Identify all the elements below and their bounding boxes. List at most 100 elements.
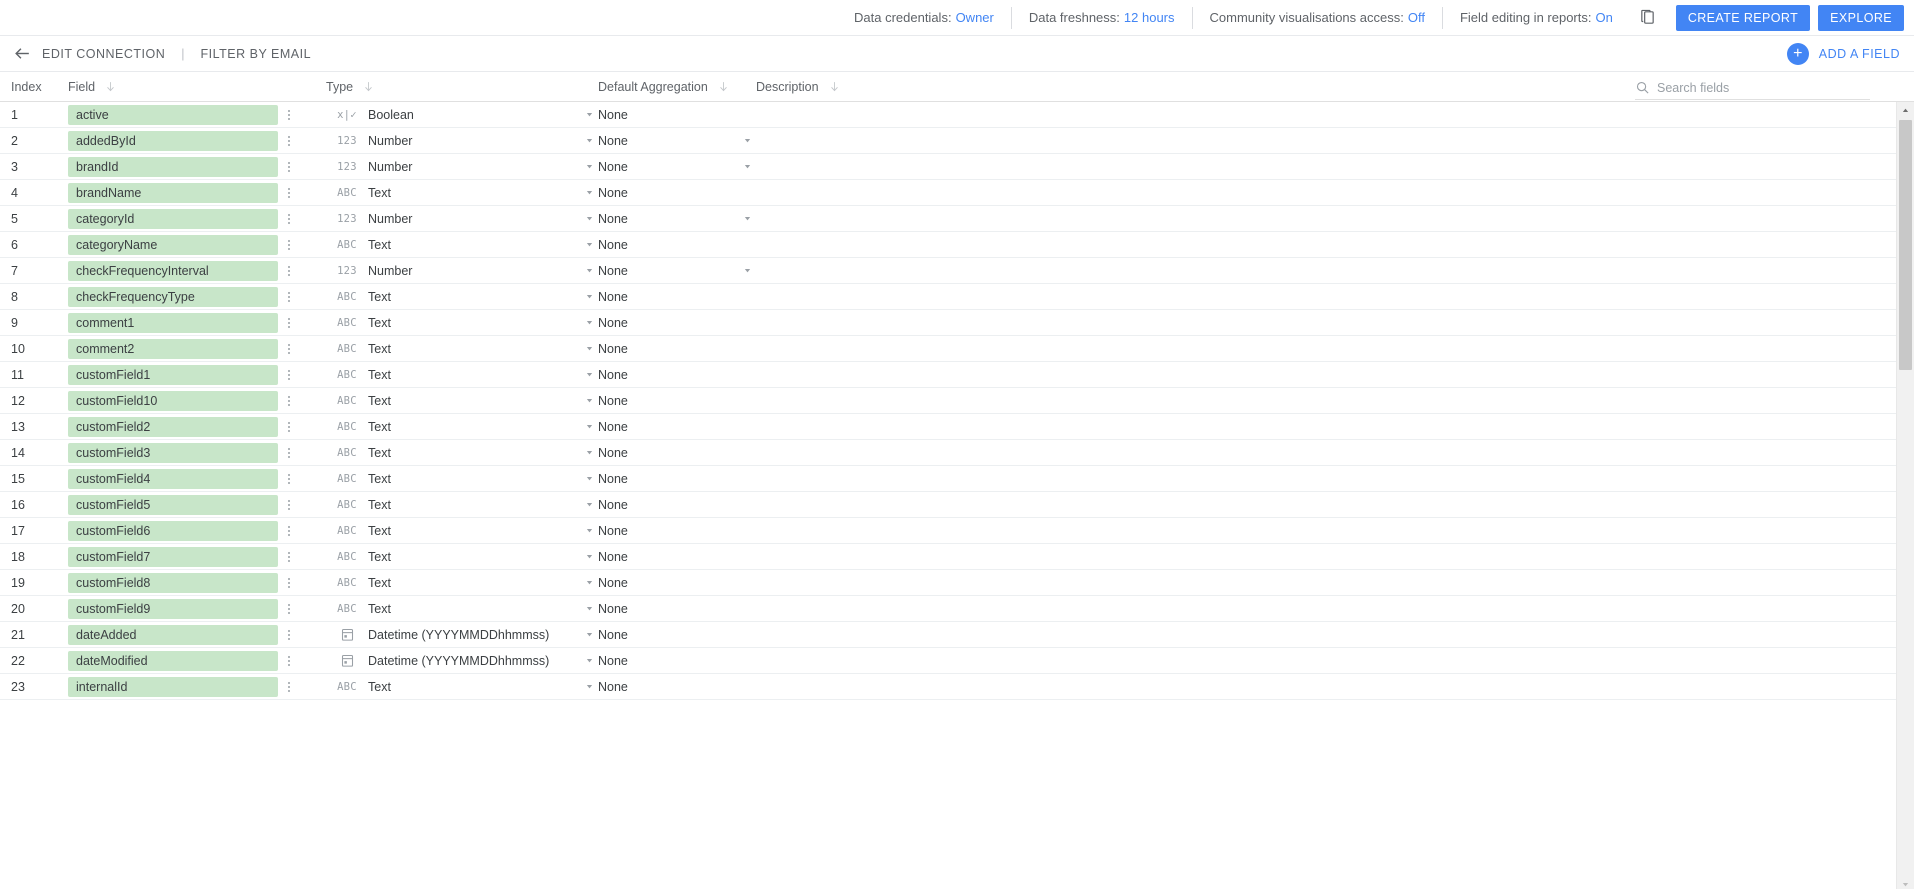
row-more-options-icon[interactable] [286, 213, 326, 224]
row-more-options-icon[interactable] [286, 499, 326, 510]
field-name-chip[interactable]: customField10 [68, 390, 278, 411]
field-name-chip[interactable]: customField4 [68, 468, 278, 489]
row-more-options-icon[interactable] [286, 109, 326, 120]
cell-type-selector[interactable]: ABC Text [326, 420, 598, 434]
field-name-chip[interactable]: internalId [68, 676, 278, 697]
row-more-options-icon[interactable] [286, 161, 326, 172]
scrollbar-thumb[interactable] [1899, 120, 1912, 370]
field-name-chip[interactable]: comment2 [68, 338, 278, 359]
chevron-down-icon[interactable] [580, 162, 598, 171]
chevron-down-icon[interactable] [580, 370, 598, 379]
cell-type-selector[interactable]: Datetime (YYYYMMDDhhmmss) [326, 627, 598, 642]
row-more-options-icon[interactable] [286, 369, 326, 380]
cell-default-aggregation-selector[interactable]: None [598, 446, 756, 460]
cell-default-aggregation-selector[interactable]: None [598, 238, 756, 252]
chevron-down-icon[interactable] [580, 214, 598, 223]
field-name-chip[interactable]: customField5 [68, 494, 278, 515]
cell-default-aggregation-selector[interactable]: None [598, 160, 756, 174]
cell-type-selector[interactable]: 123 Number [326, 160, 598, 174]
row-more-options-icon[interactable] [286, 135, 326, 146]
row-more-options-icon[interactable] [286, 551, 326, 562]
cell-type-selector[interactable]: ABC Text [326, 290, 598, 304]
chevron-down-icon[interactable] [580, 240, 598, 249]
cell-type-selector[interactable]: ABC Text [326, 446, 598, 460]
field-name-chip[interactable]: customField9 [68, 598, 278, 619]
cell-type-selector[interactable]: 123 Number [326, 264, 598, 278]
cell-type-selector[interactable]: ABC Text [326, 498, 598, 512]
cell-type-selector[interactable]: ABC Text [326, 524, 598, 538]
cell-default-aggregation-selector[interactable]: None [598, 654, 756, 668]
field-name-chip[interactable]: checkFrequencyInterval [68, 260, 278, 281]
chevron-down-icon[interactable] [580, 422, 598, 431]
cell-default-aggregation-selector[interactable]: None [598, 290, 756, 304]
row-more-options-icon[interactable] [286, 265, 326, 276]
row-more-options-icon[interactable] [286, 187, 326, 198]
chevron-down-icon[interactable] [738, 136, 756, 145]
field-editing-in-reports-value[interactable]: On [1595, 10, 1612, 25]
chevron-down-icon[interactable] [580, 188, 598, 197]
row-more-options-icon[interactable] [286, 395, 326, 406]
sort-descending-icon[interactable] [362, 80, 375, 93]
chevron-down-icon[interactable] [580, 266, 598, 275]
chevron-down-icon[interactable] [580, 656, 598, 665]
field-name-chip[interactable]: customField3 [68, 442, 278, 463]
cell-type-selector[interactable]: 123 Number [326, 212, 598, 226]
cell-default-aggregation-selector[interactable]: None [598, 316, 756, 330]
row-more-options-icon[interactable] [286, 317, 326, 328]
field-name-chip[interactable]: categoryId [68, 208, 278, 229]
data-freshness-value[interactable]: 12 hours [1124, 10, 1175, 25]
cell-type-selector[interactable]: ABC Text [326, 680, 598, 694]
cell-default-aggregation-selector[interactable]: None [598, 134, 756, 148]
chevron-down-icon[interactable] [580, 552, 598, 561]
cell-type-selector[interactable]: ABC Text [326, 238, 598, 252]
search-input[interactable] [1655, 79, 1835, 96]
sort-descending-icon[interactable] [717, 80, 730, 93]
field-name-chip[interactable]: customField6 [68, 520, 278, 541]
chevron-down-icon[interactable] [580, 526, 598, 535]
row-more-options-icon[interactable] [286, 655, 326, 666]
cell-default-aggregation-selector[interactable]: None [598, 264, 756, 278]
cell-type-selector[interactable]: ABC Text [326, 342, 598, 356]
cell-default-aggregation-selector[interactable]: None [598, 394, 756, 408]
scroll-down-arrow-icon[interactable] [1897, 876, 1914, 889]
field-editing-in-reports[interactable]: Field editing in reports: On [1441, 6, 1630, 29]
cell-type-selector[interactable]: 123 Number [326, 134, 598, 148]
row-more-options-icon[interactable] [286, 421, 326, 432]
chevron-down-icon[interactable] [738, 214, 756, 223]
sort-descending-icon[interactable] [104, 80, 117, 93]
cell-type-selector[interactable]: ABC Text [326, 186, 598, 200]
data-credentials[interactable]: Data credentials: Owner [837, 7, 1011, 29]
cell-default-aggregation-selector[interactable]: None [598, 498, 756, 512]
cell-type-selector[interactable]: ABC Text [326, 394, 598, 408]
chevron-down-icon[interactable] [738, 162, 756, 171]
cell-type-selector[interactable]: x|✓ Boolean [326, 108, 598, 122]
copy-icon[interactable] [1632, 2, 1664, 34]
chevron-down-icon[interactable] [580, 500, 598, 509]
chevron-down-icon[interactable] [580, 318, 598, 327]
field-name-chip[interactable]: brandId [68, 156, 278, 177]
cell-type-selector[interactable]: ABC Text [326, 550, 598, 564]
field-name-chip[interactable]: active [68, 104, 278, 125]
cell-default-aggregation-selector[interactable]: None [598, 368, 756, 382]
chevron-down-icon[interactable] [580, 136, 598, 145]
chevron-down-icon[interactable] [580, 448, 598, 457]
field-name-chip[interactable]: checkFrequencyType [68, 286, 278, 307]
field-name-chip[interactable]: dateAdded [68, 624, 278, 645]
scroll-up-arrow-icon[interactable] [1897, 102, 1914, 119]
chevron-down-icon[interactable] [580, 604, 598, 613]
column-header-type[interactable]: Type [326, 80, 598, 94]
chevron-down-icon[interactable] [580, 292, 598, 301]
field-name-chip[interactable]: customField8 [68, 572, 278, 593]
add-a-field-button[interactable]: + ADD A FIELD [1786, 42, 1900, 65]
field-name-chip[interactable]: customField7 [68, 546, 278, 567]
row-more-options-icon[interactable] [286, 577, 326, 588]
create-report-button[interactable]: CREATE REPORT [1675, 4, 1811, 31]
row-more-options-icon[interactable] [286, 447, 326, 458]
row-more-options-icon[interactable] [286, 343, 326, 354]
row-more-options-icon[interactable] [286, 473, 326, 484]
edit-connection-link[interactable]: EDIT CONNECTION [40, 43, 167, 65]
cell-default-aggregation-selector[interactable]: None [598, 576, 756, 590]
cell-default-aggregation-selector[interactable]: None [598, 524, 756, 538]
chevron-down-icon[interactable] [580, 474, 598, 483]
cell-default-aggregation-selector[interactable]: None [598, 186, 756, 200]
